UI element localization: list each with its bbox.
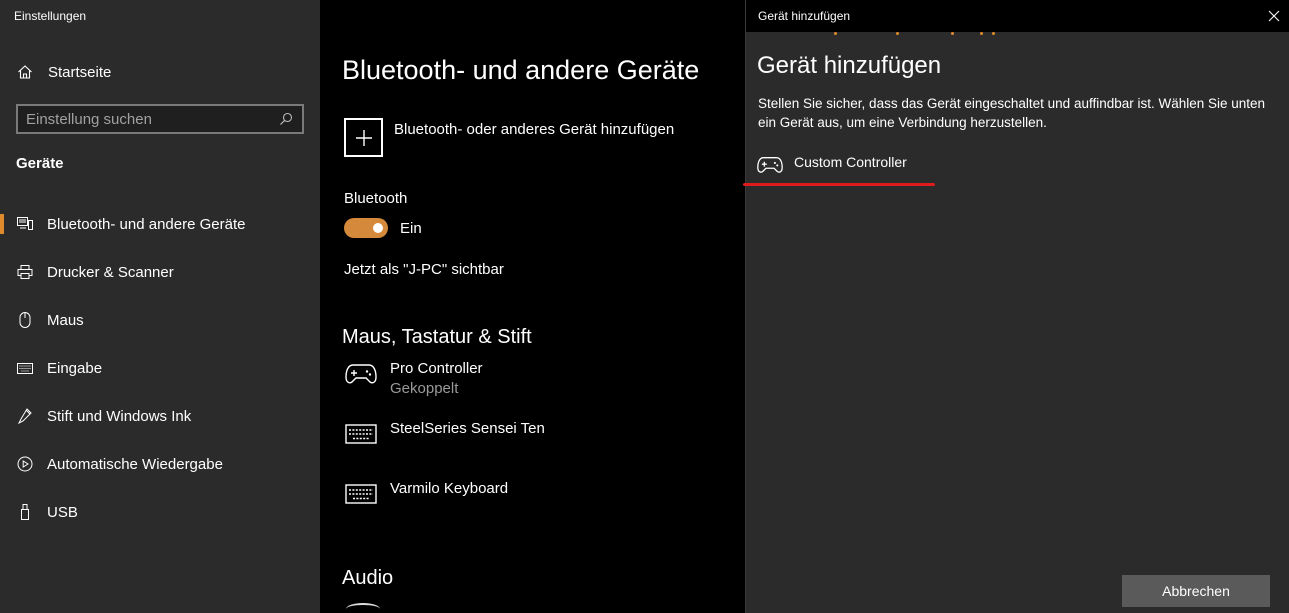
device-status: Gekoppelt bbox=[390, 380, 459, 397]
device-name: Pro Controller bbox=[390, 360, 483, 377]
device-text: SteelSeries Sensei Ten bbox=[390, 420, 545, 437]
section-audio: Audio bbox=[342, 567, 394, 589]
sidebar-item-label: USB bbox=[47, 503, 78, 521]
sidebar-item-label: Eingabe bbox=[47, 359, 103, 377]
bluetooth-label: Bluetooth bbox=[344, 190, 408, 207]
page-title: Bluetooth- und andere Geräte bbox=[342, 55, 700, 85]
sidebar-home-label: Startseite bbox=[48, 63, 112, 81]
mouse-icon bbox=[16, 311, 34, 329]
sidebar-item-label: Maus bbox=[47, 311, 84, 329]
app-title: Einstellungen bbox=[14, 9, 87, 23]
sidebar-home[interactable]: Startseite bbox=[16, 60, 111, 84]
sidebar-item-printer[interactable]: Drucker & Scanner bbox=[0, 252, 320, 292]
cancel-button[interactable]: Abbrechen bbox=[1122, 575, 1270, 607]
sidebar-item-label: Automatische Wiedergabe bbox=[47, 455, 223, 473]
sidebar-item-pen[interactable]: Stift und Windows Ink bbox=[0, 396, 320, 436]
sidebar-item-mouse[interactable]: Maus bbox=[0, 300, 320, 340]
gamepad-icon bbox=[756, 154, 784, 176]
progress-dots bbox=[746, 32, 1289, 38]
main-content: Bluetooth- und andere Geräte Bluetooth- … bbox=[320, 0, 745, 613]
search-input[interactable] bbox=[26, 110, 278, 128]
bluetooth-toggle-row: Ein bbox=[344, 218, 422, 238]
annotation-underline bbox=[743, 183, 935, 186]
search-icon[interactable] bbox=[278, 111, 294, 127]
visible-as-text: Jetzt als "J-PC" sichtbar bbox=[344, 261, 504, 278]
bluetooth-toggle[interactable] bbox=[344, 218, 388, 238]
sidebar: Einstellungen Startseite Geräte Bluetoot… bbox=[0, 0, 320, 613]
found-device-name: Custom Controller bbox=[794, 154, 907, 170]
sidebar-item-bluetooth[interactable]: Bluetooth- und andere Geräte bbox=[0, 204, 320, 244]
pen-icon bbox=[16, 407, 34, 425]
gamepad-icon bbox=[344, 362, 378, 386]
plus-icon bbox=[344, 118, 383, 157]
found-device-custom-controller[interactable]: Custom Controller bbox=[756, 154, 907, 176]
add-device-label: Bluetooth- oder anderes Gerät hinzufügen bbox=[394, 121, 675, 138]
device-pro-controller[interactable]: Pro Controller Gekoppelt bbox=[344, 360, 483, 397]
device-text: Varmilo Keyboard bbox=[390, 480, 508, 497]
sidebar-item-input[interactable]: Eingabe bbox=[0, 348, 320, 388]
autoplay-icon bbox=[16, 455, 34, 473]
usb-icon bbox=[16, 503, 34, 521]
sidebar-item-usb[interactable]: USB bbox=[0, 492, 320, 532]
device-varmilo-keyboard[interactable]: Varmilo Keyboard bbox=[344, 480, 508, 506]
add-device-dialog: Gerät hinzufügen Gerät hinzufügen Stelle… bbox=[743, 0, 1289, 613]
printer-icon bbox=[16, 263, 34, 281]
close-icon[interactable] bbox=[1264, 6, 1284, 26]
sidebar-item-label: Bluetooth- und andere Geräte bbox=[47, 215, 246, 233]
device-text: Pro Controller Gekoppelt bbox=[390, 360, 483, 397]
dialog-description: Stellen Sie sicher, dass das Gerät einge… bbox=[758, 96, 1266, 130]
sidebar-item-label: Drucker & Scanner bbox=[47, 263, 174, 281]
sidebar-item-label: Stift und Windows Ink bbox=[47, 407, 192, 425]
dialog-titlebar: Gerät hinzufügen bbox=[746, 0, 1289, 32]
add-device-button[interactable]: Bluetooth- oder anderes Gerät hinzufügen bbox=[344, 118, 674, 157]
keyboard-icon bbox=[16, 359, 34, 377]
keyboard-icon bbox=[344, 422, 378, 446]
device-steelseries-sensei-ten[interactable]: SteelSeries Sensei Ten bbox=[344, 420, 545, 446]
search-box[interactable] bbox=[16, 104, 304, 134]
dialog-heading: Gerät hinzufügen bbox=[757, 52, 942, 79]
bluetooth-state: Ein bbox=[400, 219, 422, 237]
keyboard-icon bbox=[344, 482, 378, 506]
headset-icon bbox=[346, 603, 380, 613]
home-icon bbox=[16, 63, 34, 81]
section-mouse-keyboard-pen: Maus, Tastatur & Stift bbox=[342, 326, 532, 348]
device-name: SteelSeries Sensei Ten bbox=[390, 420, 545, 437]
sidebar-item-autoplay[interactable]: Automatische Wiedergabe bbox=[0, 444, 320, 484]
settings-screen: Einstellungen Startseite Geräte Bluetoot… bbox=[0, 0, 1289, 613]
bluetooth-devices-icon bbox=[16, 215, 34, 233]
dialog-window-title: Gerät hinzufügen bbox=[758, 9, 851, 23]
device-name: Varmilo Keyboard bbox=[390, 480, 509, 497]
sidebar-section-title: Geräte bbox=[16, 155, 64, 172]
toggle-knob bbox=[373, 223, 383, 233]
